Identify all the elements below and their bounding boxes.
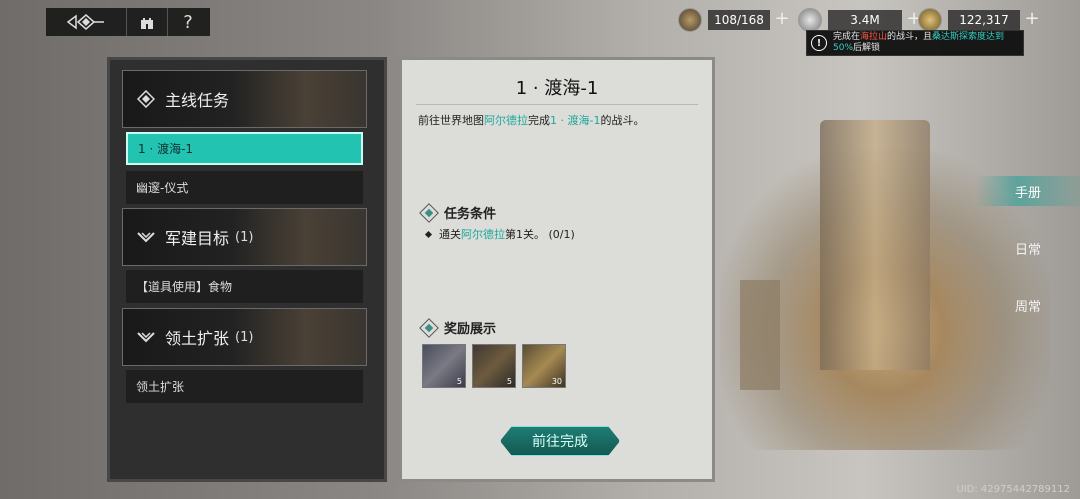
condition-text: 通关	[439, 228, 461, 241]
tab-weekly[interactable]: 周常	[976, 290, 1080, 320]
desc-place-link[interactable]: 阿尔德拉	[484, 114, 528, 127]
quest-item-food[interactable]: 【道具使用】食物	[126, 270, 363, 303]
quest-item-ritual[interactable]: 幽邃-仪式	[126, 171, 363, 204]
category-army-goal-count: (1)	[235, 229, 254, 245]
quest-category-panel: 主线任务 1 · 渡海-1 幽邃-仪式 军建目标 (1) 【道具使用】食物 领土…	[107, 57, 387, 482]
tooltip-region: 桑达斯探索度达到	[932, 32, 1005, 42]
help-button[interactable]: ?	[168, 8, 208, 36]
tooltip-percent: 50%	[833, 43, 854, 53]
silver-coin-icon	[798, 8, 822, 32]
resource-gold: 122,317 +	[918, 8, 1040, 32]
condition-item: 通关 阿尔德拉 第1关。 (0/1)	[424, 226, 575, 242]
gold-value: 122,317	[948, 10, 1020, 30]
tooltip-text: 完成在	[833, 32, 861, 42]
user-id: UID: 42975442789112	[956, 484, 1070, 495]
reward-chest[interactable]: 5	[472, 344, 516, 388]
diamond-icon	[419, 202, 439, 223]
divider	[416, 104, 698, 105]
back-button[interactable]	[46, 8, 127, 36]
category-territory[interactable]: 领土扩张 (1)	[122, 308, 367, 366]
chevron-down-icon	[137, 328, 155, 346]
reward-chest-count: 5	[506, 377, 512, 386]
background-pillar	[820, 120, 930, 370]
quest-item-active[interactable]: 1 · 渡海-1	[126, 132, 363, 165]
quest-item-territory[interactable]: 领土扩张	[126, 370, 363, 403]
desc-text-3: 的战斗。	[600, 114, 645, 127]
condition-progress: 第1关。 (0/1)	[505, 228, 575, 241]
resource-silver: 3.4M +	[798, 8, 922, 32]
category-territory-label: 领土扩张	[165, 329, 230, 348]
reward-scroll-count: 5	[456, 377, 462, 386]
reward-gold[interactable]: 30	[522, 344, 566, 388]
top-nav-bar: ?	[46, 8, 210, 36]
category-territory-count: (1)	[235, 329, 254, 345]
category-main-quest-label: 主线任务	[165, 91, 230, 110]
tab-daily[interactable]: 日常	[976, 233, 1080, 263]
condition-place: 阿尔德拉	[461, 228, 505, 241]
quest-detail-panel: 1 · 渡海-1 前往世界地图阿尔德拉完成1 · 渡海-1的战斗。 任务条件 通…	[399, 57, 715, 482]
tooltip-text-3: 后解锁	[853, 43, 881, 53]
quest-description: 前往世界地图阿尔德拉完成1 · 渡海-1的战斗。	[418, 112, 644, 128]
category-army-goal[interactable]: 军建目标 (1)	[122, 208, 367, 266]
tab-handbook[interactable]: 手册	[976, 176, 1080, 206]
rewards-header-label: 奖励展示	[444, 322, 497, 337]
desc-quest-name: 1 · 渡海-1	[550, 114, 601, 127]
stamina-value: 108/168	[708, 10, 770, 30]
silver-value: 3.4M	[828, 10, 902, 30]
main-quest-icon	[137, 90, 155, 108]
bullet-icon	[424, 230, 433, 238]
background-ruin	[740, 280, 780, 390]
castle-button[interactable]	[127, 8, 168, 36]
tooltip-place: 海拉山	[860, 32, 888, 42]
rewards-header: 奖励展示	[419, 317, 497, 338]
quest-title: 1 · 渡海-1	[515, 78, 599, 99]
reward-scroll[interactable]: 5	[422, 344, 466, 388]
gold-icon	[918, 8, 942, 32]
diamond-icon	[419, 317, 439, 338]
desc-text-2: 完成	[528, 114, 550, 127]
resource-stamina: 108/168 +	[678, 8, 790, 32]
desc-text: 前往世界地图	[418, 114, 484, 127]
category-main-quest[interactable]: 主线任务	[122, 70, 367, 128]
castle-icon	[141, 18, 153, 29]
unlock-text: 完成在海拉山的战斗，且桑达斯探索度达到 50%后解锁	[833, 32, 1004, 54]
go-complete-button[interactable]: 前往完成	[500, 426, 620, 456]
tooltip-text-2: 的战斗，且	[887, 32, 933, 42]
conditions-header-label: 任务条件	[444, 207, 497, 222]
unlock-tooltip: ! 完成在海拉山的战斗，且桑达斯探索度达到 50%后解锁	[806, 30, 1024, 56]
gold-add-button[interactable]: +	[1024, 10, 1040, 30]
back-emblem-icon	[66, 14, 104, 30]
stamina-icon	[678, 8, 702, 32]
warning-icon: !	[811, 35, 827, 51]
category-army-goal-label: 军建目标	[165, 229, 230, 248]
conditions-header: 任务条件	[419, 202, 497, 223]
chevron-down-icon	[137, 228, 155, 246]
stamina-add-button[interactable]: +	[774, 10, 790, 30]
reward-gold-count: 30	[551, 377, 562, 386]
